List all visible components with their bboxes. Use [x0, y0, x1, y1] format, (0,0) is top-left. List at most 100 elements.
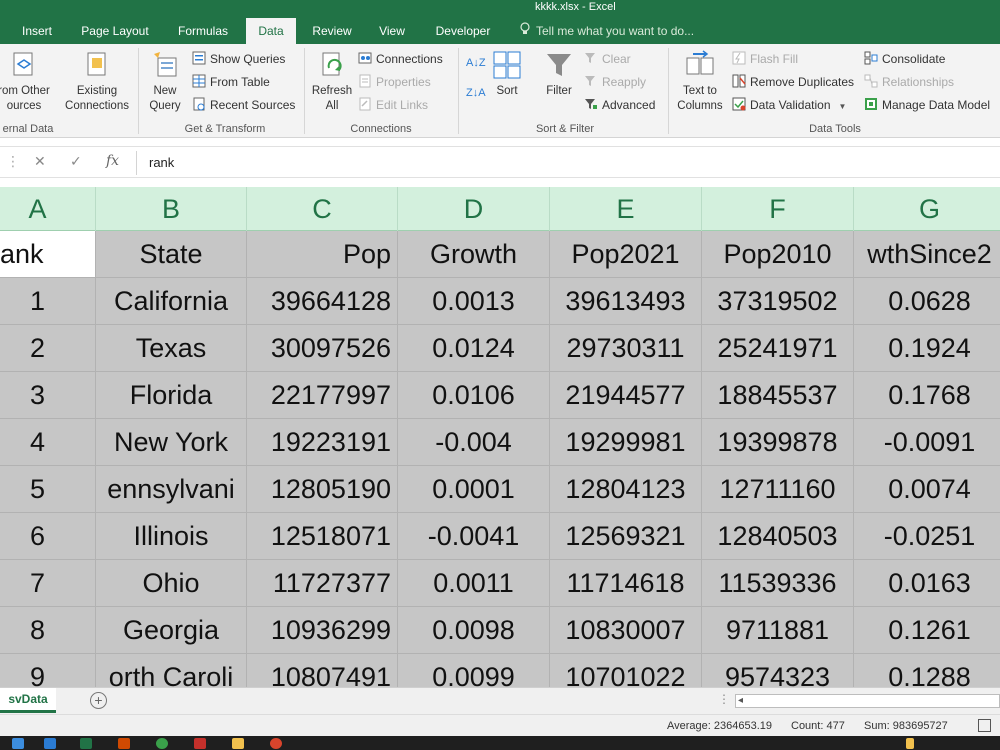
flash-fill-button[interactable]: Flash Fill	[732, 50, 798, 68]
filter-button[interactable]: Filter	[540, 50, 578, 99]
data-cell[interactable]: 10830007	[550, 607, 702, 654]
data-cell[interactable]: 21944577	[550, 372, 702, 419]
consolidate-button[interactable]: Consolidate	[864, 50, 945, 68]
data-cell[interactable]: 0.0124	[398, 325, 550, 372]
edit-links-button[interactable]: Edit Links	[358, 96, 428, 114]
data-cell[interactable]: Ohio	[96, 560, 247, 607]
data-cell[interactable]: 12518071	[247, 513, 398, 560]
data-cell[interactable]: 11714618	[550, 560, 702, 607]
data-cell[interactable]: 0.0628	[854, 278, 1000, 325]
enter-icon[interactable]: ✓	[70, 153, 82, 170]
header-cell[interactable]: ank	[0, 231, 96, 278]
data-validation-button[interactable]: Data Validation ▼	[732, 96, 846, 114]
tab-developer[interactable]: Developer	[424, 18, 502, 44]
column-header-b[interactable]: B	[96, 187, 247, 231]
scroll-split-handle[interactable]: ⋮	[718, 692, 730, 706]
tab-data[interactable]: Data	[246, 18, 296, 44]
sheet-tab-svdata[interactable]: svData	[0, 688, 56, 713]
data-cell[interactable]: 9574323	[702, 654, 854, 687]
data-cell[interactable]: 11539336	[702, 560, 854, 607]
chrome-taskbar-icon[interactable]	[156, 738, 168, 749]
data-cell[interactable]: 5	[0, 466, 96, 513]
data-cell[interactable]: 0.0106	[398, 372, 550, 419]
data-cell[interactable]: 1	[0, 278, 96, 325]
advanced-button[interactable]: Advanced	[584, 96, 655, 114]
app-taskbar-icon[interactable]	[270, 738, 282, 749]
data-cell[interactable]: 12569321	[550, 513, 702, 560]
tab-insert[interactable]: Insert	[12, 18, 62, 44]
formula-input[interactable]: rank	[136, 151, 1000, 175]
data-cell[interactable]: -0.0091	[854, 419, 1000, 466]
chevron-down-icon[interactable]: ▼	[839, 102, 847, 111]
data-cell[interactable]: 22177997	[247, 372, 398, 419]
data-cell[interactable]: 18845537	[702, 372, 854, 419]
data-cell[interactable]: 0.0011	[398, 560, 550, 607]
data-cell[interactable]: 0.0163	[854, 560, 1000, 607]
data-cell[interactable]: 12805190	[247, 466, 398, 513]
data-cell[interactable]: 19223191	[247, 419, 398, 466]
data-cell[interactable]: 2	[0, 325, 96, 372]
horizontal-scrollbar[interactable]: ◂	[735, 694, 1000, 708]
data-cell[interactable]: -0.0251	[854, 513, 1000, 560]
data-cell[interactable]: 0.0074	[854, 466, 1000, 513]
header-cell[interactable]: wthSince2	[854, 231, 1000, 278]
data-cell[interactable]: 7	[0, 560, 96, 607]
data-cell[interactable]: ennsylvani	[96, 466, 247, 513]
data-cell[interactable]: 6	[0, 513, 96, 560]
data-cell[interactable]: Georgia	[96, 607, 247, 654]
data-cell[interactable]: California	[96, 278, 247, 325]
data-cell[interactable]: 0.1288	[854, 654, 1000, 687]
notification-icon[interactable]	[906, 738, 914, 749]
data-cell[interactable]: 12840503	[702, 513, 854, 560]
data-cell[interactable]: orth Caroli	[96, 654, 247, 687]
data-cell[interactable]: 39613493	[550, 278, 702, 325]
recent-sources-button[interactable]: Recent Sources	[192, 96, 295, 114]
data-cell[interactable]: 0.0001	[398, 466, 550, 513]
add-sheet-icon[interactable]: +	[90, 692, 107, 709]
properties-button[interactable]: Properties	[358, 73, 431, 91]
connections-button[interactable]: Connections	[358, 50, 443, 68]
data-cell[interactable]: Florida	[96, 372, 247, 419]
show-queries-button[interactable]: Show Queries	[192, 50, 285, 68]
tab-review[interactable]: Review	[304, 18, 360, 44]
header-cell[interactable]: Pop	[247, 231, 398, 278]
column-header-e[interactable]: E	[550, 187, 702, 231]
app-taskbar-icon[interactable]	[44, 738, 56, 749]
manage-data-model-button[interactable]: Manage Data Model	[864, 96, 990, 114]
data-cell[interactable]: 9	[0, 654, 96, 687]
normal-view-icon[interactable]	[978, 719, 991, 732]
header-cell[interactable]: Pop2010	[702, 231, 854, 278]
remove-duplicates-button[interactable]: Remove Duplicates	[732, 73, 854, 91]
from-other-sources-button[interactable]: rom Other ources	[0, 50, 52, 114]
column-header-d[interactable]: D	[398, 187, 550, 231]
data-cell[interactable]: -0.0041	[398, 513, 550, 560]
data-cell[interactable]: 10701022	[550, 654, 702, 687]
data-cell[interactable]: 0.0099	[398, 654, 550, 687]
data-cell[interactable]: 19399878	[702, 419, 854, 466]
data-cell[interactable]: -0.004	[398, 419, 550, 466]
data-cell[interactable]: 4	[0, 419, 96, 466]
data-cell[interactable]: 3	[0, 372, 96, 419]
data-cell[interactable]: Texas	[96, 325, 247, 372]
folder-taskbar-icon[interactable]	[232, 738, 244, 749]
data-cell[interactable]: 11727377	[247, 560, 398, 607]
app-taskbar-icon[interactable]	[194, 738, 206, 749]
data-cell[interactable]: 0.1768	[854, 372, 1000, 419]
data-cell[interactable]: 8	[0, 607, 96, 654]
data-cell[interactable]: 12711160	[702, 466, 854, 513]
data-cell[interactable]: 0.1924	[854, 325, 1000, 372]
sort-button[interactable]: Sort	[488, 50, 526, 99]
data-cell[interactable]: 10807491	[247, 654, 398, 687]
app-taskbar-icon[interactable]	[118, 738, 130, 749]
data-cell[interactable]: Illinois	[96, 513, 247, 560]
header-cell[interactable]: State	[96, 231, 247, 278]
from-table-button[interactable]: From Table	[192, 73, 270, 91]
column-header-f[interactable]: F	[702, 187, 854, 231]
sort-az-icon[interactable]: A↓Z	[466, 54, 486, 72]
column-header-g[interactable]: G	[854, 187, 1000, 231]
tab-formulas[interactable]: Formulas	[168, 18, 238, 44]
data-cell[interactable]: 12804123	[550, 466, 702, 513]
explorer-taskbar-icon[interactable]	[12, 738, 24, 749]
header-cell[interactable]: Pop2021	[550, 231, 702, 278]
sort-za-icon[interactable]: Z↓A	[466, 84, 486, 102]
